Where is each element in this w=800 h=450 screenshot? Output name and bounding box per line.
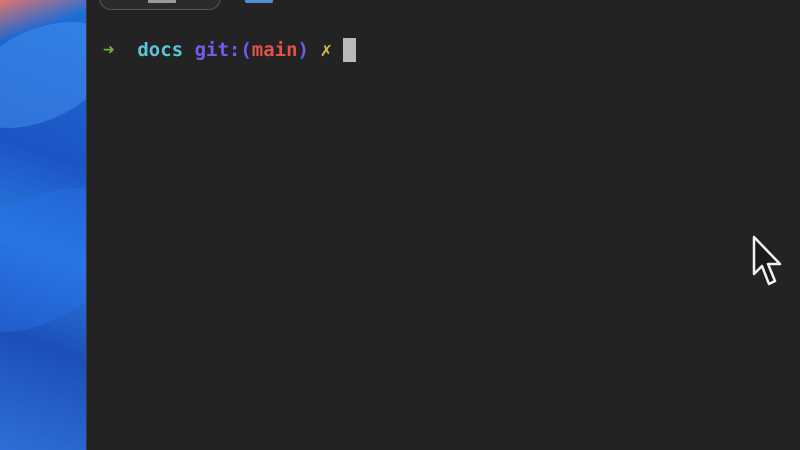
window-topbar <box>87 0 800 12</box>
current-directory: docs <box>137 39 184 61</box>
shell-prompt[interactable]: ➜ docs git:(main) ✗ <box>103 37 357 63</box>
text-cursor[interactable] <box>343 38 357 62</box>
terminal-tab[interactable] <box>99 0 221 10</box>
desktop-wallpaper <box>0 0 86 450</box>
prompt-arrow-icon: ➜ <box>103 39 115 61</box>
mouse-pointer-icon <box>752 235 782 286</box>
git-label: git:( <box>194 39 252 61</box>
dirty-marker-icon: ✗ <box>320 39 332 61</box>
git-label-close: ) <box>297 39 309 61</box>
terminal-window[interactable]: ➜ docs git:(main) ✗ <box>86 0 800 450</box>
active-tab-indicator[interactable] <box>245 0 273 3</box>
git-branch: main <box>251 39 298 61</box>
tab-icon <box>148 0 176 3</box>
